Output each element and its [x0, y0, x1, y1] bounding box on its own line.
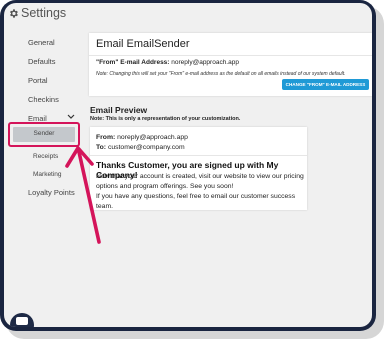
app-screen: Settings General Defaults Portal Checkin… — [4, 3, 372, 327]
sidebar-subitem-marketing[interactable]: Marketing — [33, 171, 62, 178]
sidebar-item-defaults[interactable]: Defaults — [28, 57, 56, 66]
preview-from-value: noreply@approach.app — [117, 134, 188, 141]
preview-body-paragraph: Now that your account is created, visit … — [96, 173, 304, 190]
from-address-label: "From" E-mail Address: — [96, 59, 170, 66]
preview-to-line: To: customer@company.com — [96, 144, 185, 151]
sidebar-item-checkins[interactable]: Checkins — [28, 95, 59, 104]
change-from-address-button[interactable]: CHANGE "FROM" E-MAIL ADDRESS — [282, 79, 369, 90]
sender-note: Note: Changing this will set your "From"… — [96, 71, 346, 77]
sidebar-subitem-receipts[interactable]: Receipts — [33, 153, 58, 160]
preview-from-line: From: noreply@approach.app — [96, 134, 188, 141]
preview-to-value: customer@company.com — [107, 144, 185, 151]
preview-note: Note: This is only a representation of y… — [90, 116, 241, 122]
email-preview-card: From: noreply@approach.app To: customer@… — [90, 127, 307, 210]
divider — [90, 155, 307, 156]
gear-icon — [10, 9, 18, 18]
from-address-line: "From" E-mail Address: noreply@approach.… — [96, 59, 239, 66]
header: Settings — [4, 3, 372, 25]
preview-title: Email Preview — [90, 105, 148, 115]
preview-body-paragraph-2: If you have any questions, feel free to … — [96, 193, 296, 210]
sidebar-subitem-sender-label: Sender — [33, 130, 55, 137]
sidebar-item-portal[interactable]: Portal — [28, 76, 48, 85]
annotation-arrow — [65, 146, 101, 244]
card-title: Email EmailSender — [96, 38, 190, 50]
page-title: Settings — [21, 6, 67, 20]
preview-body: Now that your account is created, visit … — [96, 172, 304, 212]
chevron-down-icon[interactable] — [67, 114, 75, 120]
sender-settings-card: Email EmailSender "From" E-mail Address:… — [89, 33, 372, 96]
divider — [89, 55, 372, 56]
sidebar-item-general[interactable]: General — [28, 38, 55, 47]
from-address-value: noreply@approach.app — [171, 59, 239, 66]
chat-icon — [16, 317, 28, 325]
